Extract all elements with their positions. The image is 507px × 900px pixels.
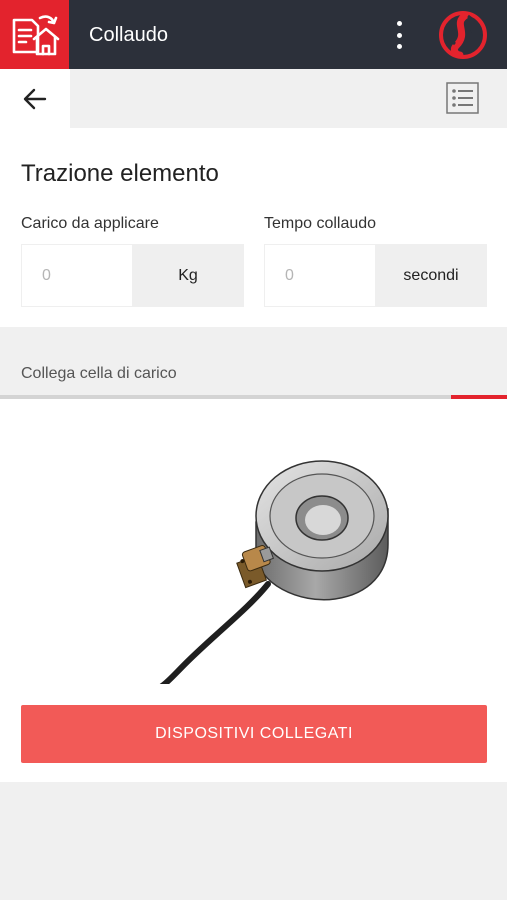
app-title: Collaudo: [89, 24, 168, 46]
home-button[interactable]: [0, 0, 69, 69]
time-input[interactable]: [265, 245, 375, 306]
toolbar: [0, 69, 507, 128]
load-input[interactable]: [22, 245, 132, 306]
device-panel: DISPOSITIVI COLLEGATI: [0, 399, 507, 782]
back-button[interactable]: [0, 69, 70, 128]
step-header: Collega cella di carico: [0, 327, 507, 397]
time-unit: secondi: [403, 266, 459, 284]
kebab-menu-icon[interactable]: [388, 19, 410, 51]
app-bar: Collaudo: [0, 0, 507, 69]
list-icon[interactable]: [446, 82, 479, 114]
load-unit: Kg: [178, 266, 198, 284]
step-label: Collega cella di carico: [21, 365, 177, 382]
connected-devices-button[interactable]: DISPOSITIVI COLLEGATI: [21, 705, 487, 763]
time-field-group: secondi: [264, 244, 487, 307]
brand-logo-icon: [439, 11, 487, 59]
time-label: Tempo collaudo: [264, 215, 377, 232]
load-cell-image: [159, 460, 389, 684]
arrow-left-icon: [23, 88, 47, 109]
load-field-group: Kg: [21, 244, 244, 307]
section-title: Trazione elemento: [21, 160, 219, 187]
test-form: Trazione elemento Carico da applicare Kg…: [0, 128, 507, 327]
document-home-icon: [12, 14, 59, 55]
load-label: Carico da applicare: [21, 215, 159, 232]
